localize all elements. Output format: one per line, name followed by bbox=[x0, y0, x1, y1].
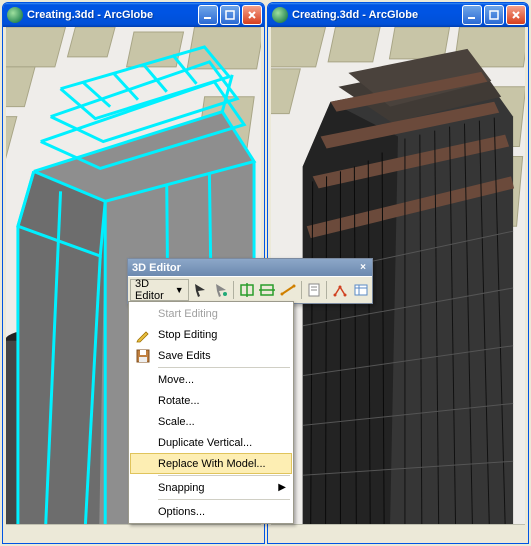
menu-options[interactable]: Options... bbox=[130, 501, 292, 522]
maximize-button[interactable] bbox=[484, 5, 504, 25]
edit-vertex-tool-icon[interactable] bbox=[212, 279, 231, 301]
menu-scale[interactable]: Scale... bbox=[130, 411, 292, 432]
status-bar-right bbox=[271, 524, 525, 543]
menu-separator bbox=[158, 367, 290, 368]
sketch-tool-icon[interactable] bbox=[305, 279, 324, 301]
titlebar-right[interactable]: Creating.3dd - ArcGlobe bbox=[268, 3, 528, 27]
attributes-tool-icon[interactable] bbox=[351, 279, 370, 301]
vertical-line-tool-icon[interactable] bbox=[237, 279, 256, 301]
edit-tool-icon[interactable] bbox=[191, 279, 210, 301]
menu-separator bbox=[158, 499, 290, 500]
save-icon bbox=[132, 346, 154, 366]
3d-editor-dropdown-menu: Start Editing Stop Editing Save Edits Mo… bbox=[128, 301, 294, 524]
3d-editor-title: 3D Editor bbox=[132, 262, 356, 274]
minimize-button[interactable] bbox=[462, 5, 482, 25]
3d-editor-toolbar[interactable]: 3D Editor × 3D Editor ▼ bbox=[127, 258, 373, 304]
separator bbox=[233, 281, 234, 299]
separator bbox=[301, 281, 302, 299]
menu-save-edits[interactable]: Save Edits bbox=[130, 345, 292, 366]
menu-separator bbox=[158, 475, 290, 476]
titlebar-left[interactable]: Creating.3dd - ArcGlobe bbox=[3, 3, 264, 27]
close-button[interactable] bbox=[506, 5, 526, 25]
separator bbox=[326, 281, 327, 299]
measure-tool-icon[interactable] bbox=[279, 279, 298, 301]
menu-move[interactable]: Move... bbox=[130, 369, 292, 390]
blank-icon bbox=[132, 412, 154, 432]
window-title-left: Creating.3dd - ArcGlobe bbox=[27, 9, 198, 21]
blank-icon bbox=[132, 502, 154, 522]
submenu-arrow-icon: ▶ bbox=[278, 482, 286, 493]
window-title-right: Creating.3dd - ArcGlobe bbox=[292, 9, 462, 21]
menu-snapping[interactable]: Snapping ▶ bbox=[130, 477, 292, 498]
3d-editor-tool-row: 3D Editor ▼ bbox=[128, 276, 372, 303]
3d-editor-titlebar[interactable]: 3D Editor × bbox=[128, 259, 372, 276]
menu-start-editing: Start Editing bbox=[130, 303, 292, 324]
blank-icon bbox=[132, 391, 154, 411]
blank-icon bbox=[132, 478, 154, 498]
blank-icon bbox=[132, 370, 154, 390]
target-tool-icon[interactable] bbox=[330, 279, 349, 301]
menu-duplicate-vertical[interactable]: Duplicate Vertical... bbox=[130, 432, 292, 453]
minimize-button[interactable] bbox=[198, 5, 218, 25]
blank-icon bbox=[132, 433, 154, 453]
menu-rotate[interactable]: Rotate... bbox=[130, 390, 292, 411]
menu-stop-editing[interactable]: Stop Editing bbox=[130, 324, 292, 345]
status-bar-left bbox=[6, 524, 261, 543]
blank-icon bbox=[132, 304, 154, 324]
pencil-icon bbox=[132, 325, 154, 345]
menu-replace-with-model[interactable]: Replace With Model... bbox=[130, 453, 292, 474]
blank-icon bbox=[132, 454, 154, 474]
3d-editor-close-icon[interactable]: × bbox=[356, 262, 370, 274]
3d-editor-dropdown-button[interactable]: 3D Editor ▼ bbox=[130, 279, 189, 301]
arcglobe-icon bbox=[7, 7, 23, 23]
maximize-button[interactable] bbox=[220, 5, 240, 25]
horizontal-line-tool-icon[interactable] bbox=[258, 279, 277, 301]
dropdown-label: 3D Editor bbox=[135, 278, 172, 302]
arcglobe-icon bbox=[272, 7, 288, 23]
chevron-down-icon: ▼ bbox=[175, 285, 184, 295]
close-button[interactable] bbox=[242, 5, 262, 25]
